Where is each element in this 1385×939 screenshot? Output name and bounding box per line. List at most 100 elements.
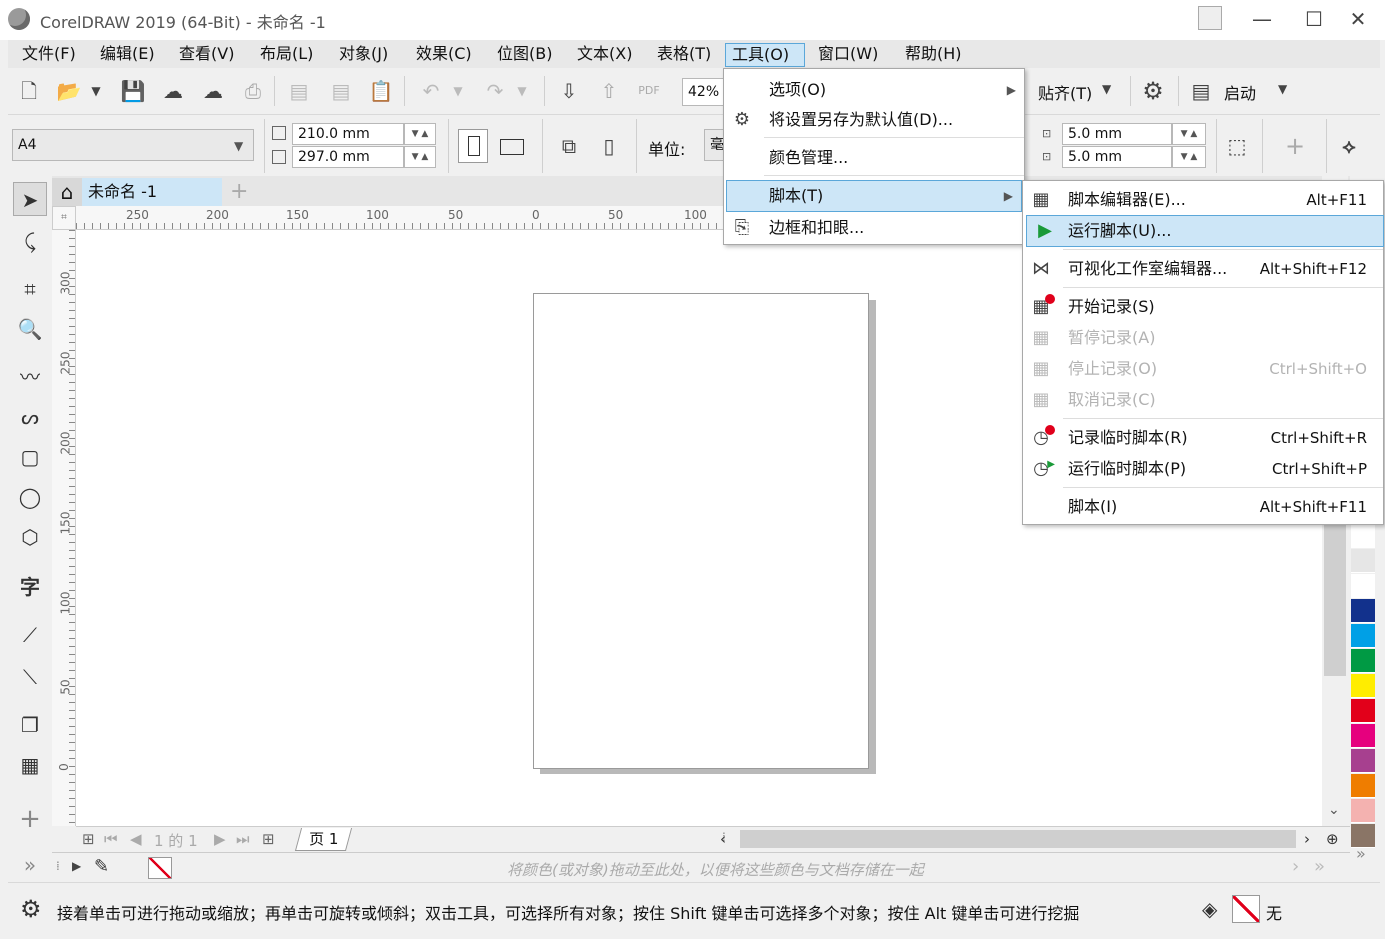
next-page-icon[interactable]: ▶	[214, 830, 226, 848]
fill-color-swatch[interactable]	[1232, 895, 1260, 923]
zoom-tool-icon[interactable]: 🔍	[13, 312, 47, 346]
menu-item-border-grommet[interactable]: ⎘ 边框和扣眼...	[724, 213, 1024, 243]
all-pages-icon[interactable]: ⧉	[554, 131, 584, 161]
shape-tool-icon[interactable]: ⤹	[13, 224, 47, 258]
add-page-before-icon[interactable]: ⊞	[82, 830, 95, 848]
nudge-x-spinner[interactable]: ▼ ▲	[1172, 123, 1206, 145]
eyedropper-icon[interactable]: ✎	[94, 856, 109, 877]
zoom-level-field[interactable]: 42%	[682, 78, 726, 106]
palette-menu-icon[interactable]: ▶	[72, 859, 81, 873]
treat-as-filled-icon[interactable]: ⬚	[1222, 131, 1252, 161]
open-folder-icon[interactable]: 📂	[54, 76, 84, 106]
color-swatch[interactable]	[1351, 599, 1375, 623]
add-page-after-icon[interactable]: ⊞	[262, 830, 275, 848]
ruler-origin[interactable]: ⌗	[52, 206, 76, 230]
snap-to-button[interactable]: 贴齐(T)	[1038, 80, 1092, 104]
menu-table[interactable]: 表格(T)	[651, 43, 717, 67]
ellipse-tool-icon[interactable]: ◯	[13, 480, 47, 514]
open-dropdown-icon[interactable]: ▼	[88, 76, 104, 106]
color-swatch[interactable]	[1351, 524, 1375, 548]
page-height-spinner[interactable]: ▼ ▲	[404, 146, 436, 168]
connector-tool-icon[interactable]: ⟍	[13, 660, 47, 694]
color-swatch[interactable]	[1351, 749, 1375, 773]
user-account-icon[interactable]	[1198, 6, 1222, 30]
page-tab[interactable]: 页 1	[294, 828, 353, 851]
add-icon[interactable]: +	[1280, 131, 1310, 161]
menu-item-save-defaults[interactable]: ⚙ 将设置另存为默认值(D)...	[724, 105, 1024, 135]
menu-item-record-temp-script[interactable]: ◷ 记录临时脚本(R) Ctrl+Shift+R	[1023, 423, 1383, 453]
gear-icon[interactable]: ⚙	[1138, 76, 1168, 106]
menu-layout[interactable]: 布局(L)	[254, 43, 319, 67]
menu-tools[interactable]: 工具(O)	[725, 43, 805, 67]
snap-dropdown-icon[interactable]: ▼	[1102, 82, 1111, 96]
menu-item-scripts-docker[interactable]: 脚本(I) Alt+Shift+F11	[1023, 492, 1383, 522]
scrollbar-thumb[interactable]	[1324, 516, 1346, 676]
new-document-icon[interactable]: 🗋	[14, 76, 44, 106]
cloud-upload-icon[interactable]: ☁	[198, 76, 228, 106]
import-icon[interactable]: ⇩	[554, 76, 584, 106]
scroll-down-icon[interactable]: ⌄	[1328, 802, 1340, 818]
menu-item-color-management[interactable]: 颜色管理...	[724, 143, 1024, 173]
launch-icon[interactable]: ▤	[1186, 76, 1216, 106]
portrait-button[interactable]	[458, 129, 488, 163]
fill-indicator-icon[interactable]: ◈	[1202, 897, 1217, 921]
cloud-download-icon[interactable]: ☁	[158, 76, 188, 106]
document-tab[interactable]: 未命名 -1	[82, 178, 222, 206]
crop-tool-icon[interactable]: ⌗	[13, 272, 47, 306]
palette-expand-icon[interactable]: »	[1314, 856, 1325, 877]
toolbox-expand-icon[interactable]: »	[13, 848, 47, 882]
gear-icon[interactable]: ⚙	[20, 895, 42, 923]
color-swatch[interactable]	[1351, 574, 1375, 598]
scroll-right-icon[interactable]: ›	[1304, 830, 1310, 848]
print-icon[interactable]: ⎙	[238, 76, 268, 106]
transparency-tool-icon[interactable]: ▦	[13, 748, 47, 782]
color-swatch[interactable]	[1351, 724, 1375, 748]
duplicate-distance-x-field[interactable]: 5.0 mm	[1062, 123, 1172, 145]
palette-grip-icon[interactable]: ⁞	[56, 859, 60, 873]
paste-icon[interactable]: 📋	[366, 76, 396, 106]
redo-icon[interactable]: ↷	[480, 76, 510, 106]
color-swatch[interactable]	[1351, 824, 1375, 848]
minimize-button[interactable]: —	[1240, 4, 1284, 34]
document-page[interactable]	[533, 293, 869, 769]
menu-item-options[interactable]: 选项(O) ▶	[724, 75, 1024, 105]
text-tool-icon[interactable]: 字	[13, 570, 47, 604]
save-icon[interactable]: 💾	[118, 76, 148, 106]
menu-help[interactable]: 帮助(H)	[899, 43, 968, 67]
launch-dropdown-icon[interactable]: ▼	[1278, 82, 1287, 96]
first-page-icon[interactable]: ⏮	[104, 830, 118, 848]
menu-item-start-recording[interactable]: ▦ 开始记录(S)	[1023, 292, 1383, 322]
close-button[interactable]: ✕	[1336, 4, 1380, 34]
no-color-swatch[interactable]	[148, 857, 172, 879]
launch-button[interactable]: 启动	[1224, 80, 1256, 104]
quick-customize-icon[interactable]: ⟡	[1334, 131, 1364, 161]
rectangle-tool-icon[interactable]: ▢	[13, 440, 47, 474]
color-swatch[interactable]	[1351, 699, 1375, 723]
new-tab-icon[interactable]: +	[230, 178, 250, 206]
page-size-dropdown-icon[interactable]: ▼	[234, 139, 243, 153]
previous-page-icon[interactable]: ◀	[130, 830, 142, 848]
nudge-y-spinner[interactable]: ▼ ▲	[1172, 146, 1206, 168]
dimension-tool-icon[interactable]: ⟋	[13, 618, 47, 652]
menu-edit[interactable]: 编辑(E)	[94, 43, 161, 67]
page-height-field[interactable]: 297.0 mm	[292, 146, 404, 168]
customize-toolbox-icon[interactable]: +	[13, 802, 47, 836]
undo-icon[interactable]: ↶	[416, 76, 446, 106]
color-swatch[interactable]	[1351, 674, 1375, 698]
menu-effects[interactable]: 效果(C)	[410, 43, 478, 67]
menu-object[interactable]: 对象(J)	[333, 43, 394, 67]
export-pdf-icon[interactable]: PDF	[634, 76, 664, 106]
zoom-navigator-icon[interactable]: ⊕	[1326, 830, 1339, 848]
redo-dropdown-icon[interactable]: ▼	[514, 76, 530, 106]
maximize-button[interactable]: ☐	[1292, 4, 1336, 34]
freehand-tool-icon[interactable]: 〰	[13, 360, 47, 394]
vertical-ruler[interactable]: 300 250 200 150 100 50 0	[52, 230, 76, 826]
cut-icon[interactable]: ▤	[284, 76, 314, 106]
color-swatch[interactable]	[1351, 624, 1375, 648]
color-swatch[interactable]	[1351, 774, 1375, 798]
scroll-left-icon[interactable]: ‹	[720, 830, 726, 848]
current-page-icon[interactable]: ▯	[594, 131, 624, 161]
color-swatch[interactable]	[1351, 649, 1375, 673]
color-swatch[interactable]	[1351, 799, 1375, 823]
menu-bitmaps[interactable]: 位图(B)	[491, 43, 558, 67]
